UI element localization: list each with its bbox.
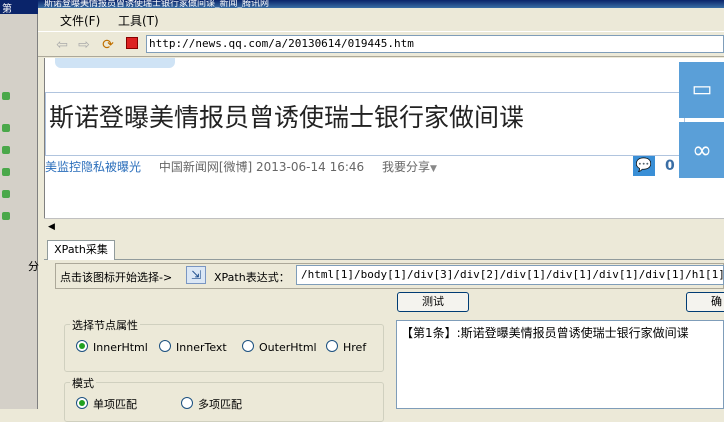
- match-mode-group-title: 模式: [70, 375, 96, 391]
- xpath-expression-input[interactable]: /html[1]/body[1]/div[3]/div[2]/div[1]/di…: [296, 265, 724, 285]
- radio-multi-match[interactable]: 多项匹配: [181, 396, 242, 412]
- refresh-icon[interactable]: ⟳: [100, 37, 116, 53]
- stop-icon[interactable]: [126, 37, 138, 49]
- background-app-title: 第: [0, 0, 38, 14]
- pick-element-label: 点击该图标开始选择->: [60, 271, 173, 284]
- link-icon[interactable]: ∞: [679, 122, 724, 178]
- element-picker-icon[interactable]: ⇲: [186, 266, 206, 284]
- chat-icon[interactable]: ▭: [679, 62, 724, 118]
- radio-innertext[interactable]: InnerText: [159, 340, 227, 354]
- forward-arrow-icon[interactable]: ⇨: [76, 37, 92, 53]
- tree-check-icon: [2, 190, 10, 198]
- test-button[interactable]: 测试: [397, 292, 469, 312]
- address-bar[interactable]: http://news.qq.com/a/20130614/019445.htm: [146, 35, 724, 53]
- background-app-window: [0, 0, 38, 409]
- tab-xpath[interactable]: XPath采集: [47, 240, 115, 260]
- topic-link[interactable]: 美监控隐私被曝光: [45, 160, 141, 174]
- window-title-bar: 斯诺登曝美情报员曾诱使瑞士银行家做间谍_新闻_腾讯网: [38, 0, 724, 8]
- radio-outerhtml[interactable]: OuterHtml: [242, 340, 317, 354]
- tree-check-icon: [2, 168, 10, 176]
- site-logo: [55, 58, 175, 68]
- radio-innerhtml[interactable]: InnerHtml: [76, 340, 148, 354]
- menu-tools[interactable]: 工具(T): [118, 12, 159, 29]
- menu-file[interactable]: 文件(F): [60, 12, 100, 29]
- share-link[interactable]: 我要分享: [382, 160, 430, 174]
- radio-single-match[interactable]: 单项匹配: [76, 396, 137, 412]
- tree-check-icon: [2, 124, 10, 132]
- horizontal-scrollbar[interactable]: [44, 218, 724, 236]
- tree-check-icon: [2, 212, 10, 220]
- xpath-expression-label: XPath表达式：: [214, 271, 290, 284]
- comment-icon[interactable]: 💬: [633, 156, 655, 176]
- background-app-label: 分: [28, 260, 39, 273]
- scroll-left-arrow-icon[interactable]: ◀: [48, 222, 58, 232]
- article-meta: 美监控隐私被曝光 中国新闻网[微博] 2013-06-14 16:46 我要分享…: [45, 158, 437, 175]
- web-view[interactable]: 斯诺登曝美情报员曾诱使瑞士银行家做间谍 美监控隐私被曝光 中国新闻网[微博] 2…: [44, 58, 724, 218]
- comment-count[interactable]: 0: [665, 158, 675, 174]
- article-headline[interactable]: 斯诺登曝美情报员曾诱使瑞士银行家做间谍: [49, 98, 524, 134]
- chevron-down-icon: ▼: [430, 164, 437, 174]
- result-textbox[interactable]: 【第1条】:斯诺登曝美情报员曾诱使瑞士银行家做间谍: [396, 320, 724, 409]
- ok-button[interactable]: 确: [686, 292, 724, 312]
- node-attribute-group-title: 选择节点属性: [70, 317, 140, 333]
- menu-bar: 文件(F) 工具(T): [38, 8, 724, 30]
- back-arrow-icon[interactable]: ⇦: [54, 37, 70, 53]
- tree-check-icon: [2, 92, 10, 100]
- tree-check-icon: [2, 146, 10, 154]
- article-source: 中国新闻网[微博] 2013-06-14 16:46: [158, 160, 365, 174]
- radio-href[interactable]: Href: [326, 340, 366, 354]
